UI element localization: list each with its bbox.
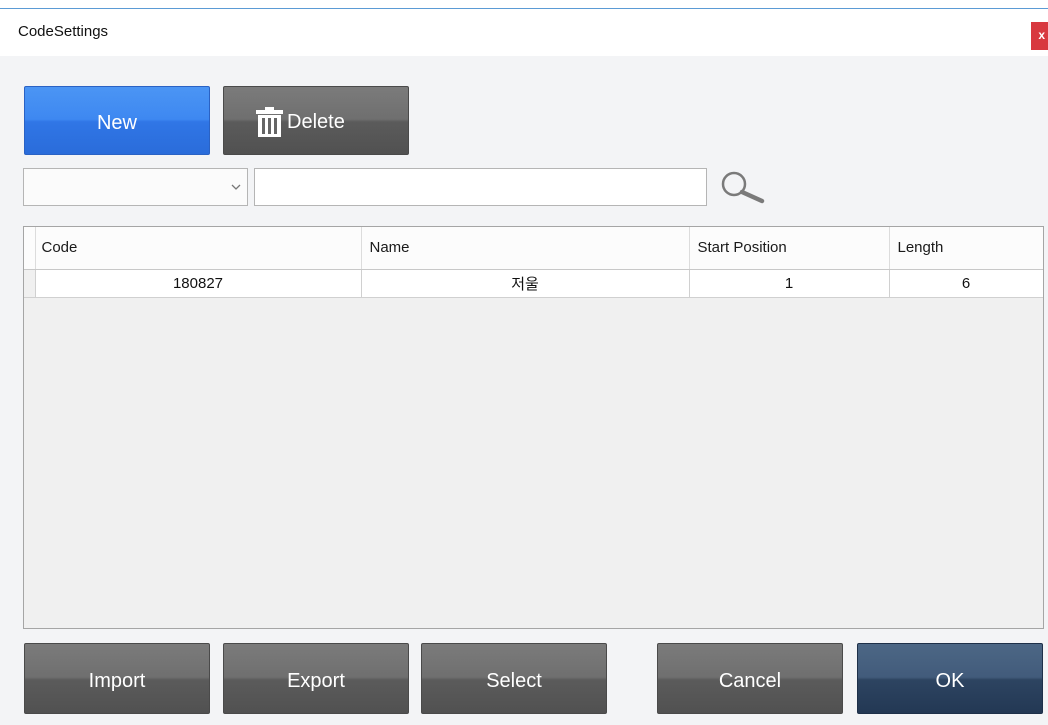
cancel-button-label: Cancel xyxy=(718,670,782,692)
close-icon[interactable]: x xyxy=(1031,22,1048,50)
cancel-button[interactable]: Cancel xyxy=(657,643,843,714)
code-table[interactable]: Code Name Start Position Length 180827 저… xyxy=(23,226,1044,629)
delete-button-label: Delete xyxy=(287,111,345,133)
import-button[interactable]: Import xyxy=(24,643,210,714)
window-top-border xyxy=(0,8,1048,9)
window-title: CodeSettings xyxy=(18,23,109,40)
table-header-row: Code Name Start Position Length xyxy=(24,227,1043,270)
delete-button[interactable]: Delete xyxy=(223,86,409,155)
column-header-name[interactable]: Name xyxy=(361,227,690,270)
search-icon[interactable] xyxy=(718,166,768,206)
export-button[interactable]: Export xyxy=(223,643,409,714)
table-row[interactable]: 180827 저울 1 6 xyxy=(24,268,1043,298)
title-bar: CodeSettings x xyxy=(0,0,1048,56)
new-button-label: New xyxy=(96,112,137,134)
chevron-down-icon xyxy=(231,184,241,190)
table-cell-length[interactable]: 6 xyxy=(888,268,1043,298)
column-header-length[interactable]: Length xyxy=(889,227,1043,270)
row-header-corner xyxy=(24,227,36,270)
column-header-code[interactable]: Code xyxy=(35,227,362,270)
row-header-cell[interactable] xyxy=(24,268,36,298)
search-input[interactable] xyxy=(254,168,707,206)
new-button[interactable]: New xyxy=(24,86,210,155)
table-cell-name[interactable]: 저울 xyxy=(360,268,690,298)
table-cell-code[interactable]: 180827 xyxy=(34,268,362,298)
import-button-label: Import xyxy=(88,670,146,692)
ok-button[interactable]: OK xyxy=(857,643,1043,714)
ok-button-label: OK xyxy=(935,670,965,692)
filter-field-dropdown[interactable] xyxy=(23,168,248,206)
trash-icon xyxy=(256,106,283,137)
select-button-label: Select xyxy=(486,670,542,692)
export-button-label: Export xyxy=(287,670,345,692)
select-button[interactable]: Select xyxy=(421,643,607,714)
column-header-start-position[interactable]: Start Position xyxy=(689,227,890,270)
table-cell-start-position[interactable]: 1 xyxy=(688,268,890,298)
